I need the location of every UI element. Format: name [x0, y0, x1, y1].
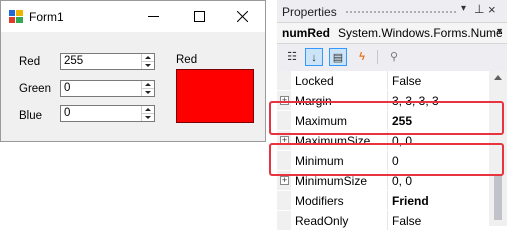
events-lightning-icon[interactable]: ϟ	[353, 48, 371, 66]
property-name: MinimumSize	[295, 174, 368, 188]
column-divider	[387, 211, 388, 230]
red-spin-down-button[interactable]	[142, 62, 154, 69]
green-spinner[interactable]	[141, 81, 154, 96]
close-button[interactable]	[221, 1, 265, 32]
color-preview-panel	[176, 69, 254, 123]
properties-icon[interactable]: ▤	[329, 48, 347, 66]
maximum-highlight-box	[269, 101, 504, 135]
blue-spin-up-button[interactable]	[142, 106, 154, 114]
scrollbar-thumb[interactable]	[494, 175, 502, 220]
property-name: ReadOnly	[295, 214, 349, 228]
property-name: Modifiers	[295, 194, 344, 208]
property-row-locked[interactable]: Locked False	[277, 71, 488, 90]
object-type: System.Windows.Forms.Nume	[338, 26, 503, 40]
row-margin	[277, 191, 291, 210]
property-row-modifiers[interactable]: Modifiers Friend	[277, 191, 488, 210]
scroll-up-icon[interactable]	[494, 75, 502, 80]
red-label: Red	[19, 56, 41, 68]
row-margin	[277, 71, 291, 90]
blue-value[interactable]: 0	[64, 107, 70, 119]
spin-down-icon	[145, 91, 151, 94]
spin-up-icon	[145, 56, 151, 59]
form-app-icon	[9, 10, 23, 23]
form-window: Form1 Red 255 Green 0 Blue 0 Red	[0, 0, 266, 142]
maximize-icon	[194, 11, 205, 22]
column-divider	[387, 71, 388, 90]
property-row-readonly[interactable]: ReadOnly False	[277, 211, 488, 230]
green-value[interactable]: 0	[64, 82, 70, 94]
close-icon	[237, 11, 248, 22]
property-value[interactable]: 0, 0	[392, 174, 412, 188]
spin-up-icon	[145, 83, 151, 86]
red-numeric-updown[interactable]: 255	[60, 53, 155, 70]
blue-numeric-updown[interactable]: 0	[60, 105, 155, 122]
blue-spinner[interactable]	[141, 106, 154, 121]
minimum-highlight-box	[269, 143, 504, 176]
close-icon[interactable]: ×	[488, 2, 496, 17]
maximize-button[interactable]	[177, 1, 221, 32]
expand-plus-icon[interactable]: +	[280, 176, 289, 185]
minimize-icon	[148, 16, 159, 17]
red-value[interactable]: 255	[64, 55, 83, 67]
blue-spin-down-button[interactable]	[142, 114, 154, 121]
property-value[interactable]: Friend	[392, 194, 429, 208]
red-spinner[interactable]	[141, 54, 154, 69]
drag-grip[interactable]	[345, 10, 457, 14]
alphabetical-icon[interactable]: ↓	[305, 48, 323, 66]
properties-title: Properties	[282, 5, 337, 19]
column-divider	[387, 191, 388, 210]
property-value[interactable]: False	[392, 214, 421, 228]
toolbar-separator	[377, 50, 378, 64]
property-name: Locked	[295, 74, 334, 88]
properties-toolbar: ☷ ↓ ▤ ϟ ⚲	[277, 45, 507, 69]
object-selector[interactable]: numRed System.Windows.Forms.Nume ▼	[277, 22, 507, 44]
property-pages-wrench-icon[interactable]: ⚲	[385, 48, 403, 66]
blue-label: Blue	[19, 110, 43, 122]
pin-icon[interactable]: ⊥	[474, 2, 484, 16]
green-spin-up-button[interactable]	[142, 81, 154, 89]
chevron-down-icon[interactable]: ▼	[495, 26, 504, 36]
green-label: Green	[19, 83, 51, 95]
color-label: Red	[176, 54, 198, 66]
categorized-icon[interactable]: ☷	[283, 48, 301, 66]
row-margin	[277, 211, 291, 230]
green-numeric-updown[interactable]: 0	[60, 80, 155, 97]
spin-down-icon	[145, 116, 151, 119]
green-spin-down-button[interactable]	[142, 89, 154, 96]
minimize-button[interactable]	[131, 1, 175, 32]
spin-up-icon	[145, 108, 151, 111]
object-name: numRed	[282, 26, 330, 40]
property-value[interactable]: False	[392, 74, 421, 88]
title-bar[interactable]: Form1	[1, 1, 265, 32]
window-title: Form1	[29, 10, 64, 24]
properties-title-bar[interactable]: Properties ▾ ⊥ ×	[277, 0, 507, 22]
window-position-dropdown-icon[interactable]: ▾	[461, 3, 466, 14]
red-spin-up-button[interactable]	[142, 54, 154, 62]
spin-down-icon	[145, 64, 151, 67]
